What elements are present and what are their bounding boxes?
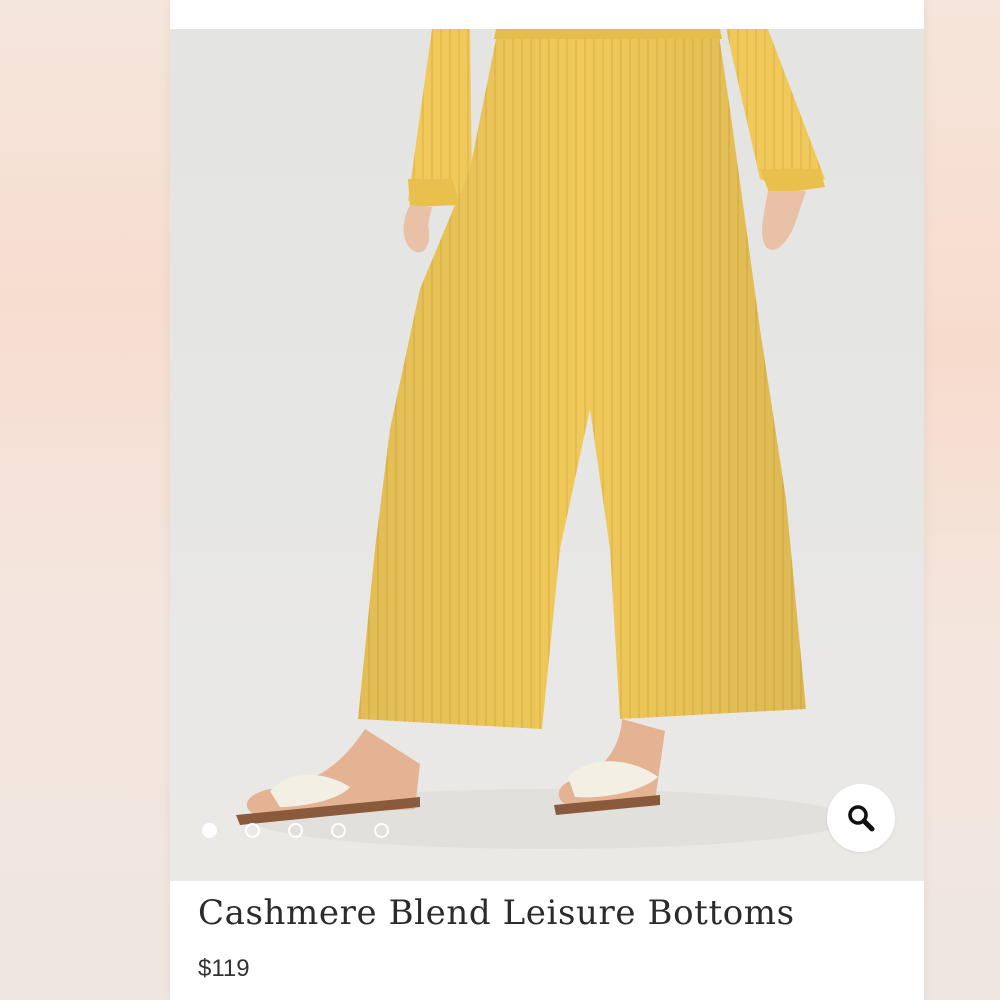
product-image[interactable] [170,29,924,881]
pagination-dot-4[interactable] [331,823,346,838]
zoom-button[interactable] [827,784,895,852]
image-pagination [202,823,389,838]
pagination-dot-5[interactable] [374,823,389,838]
pagination-dot-1[interactable] [202,823,217,838]
search-icon [846,803,876,833]
pagination-dot-3[interactable] [288,823,303,838]
backdrop-right [924,0,1000,1000]
product-photo-illustration [236,29,850,849]
product-card: Cashmere Blend Leisure Bottoms $119 [170,0,924,1000]
backdrop-left [0,0,170,1000]
pagination-dot-2[interactable] [245,823,260,838]
product-title: Cashmere Blend Leisure Bottoms [198,893,795,933]
card-top-bar [170,0,924,29]
product-price: $119 [198,955,250,982]
